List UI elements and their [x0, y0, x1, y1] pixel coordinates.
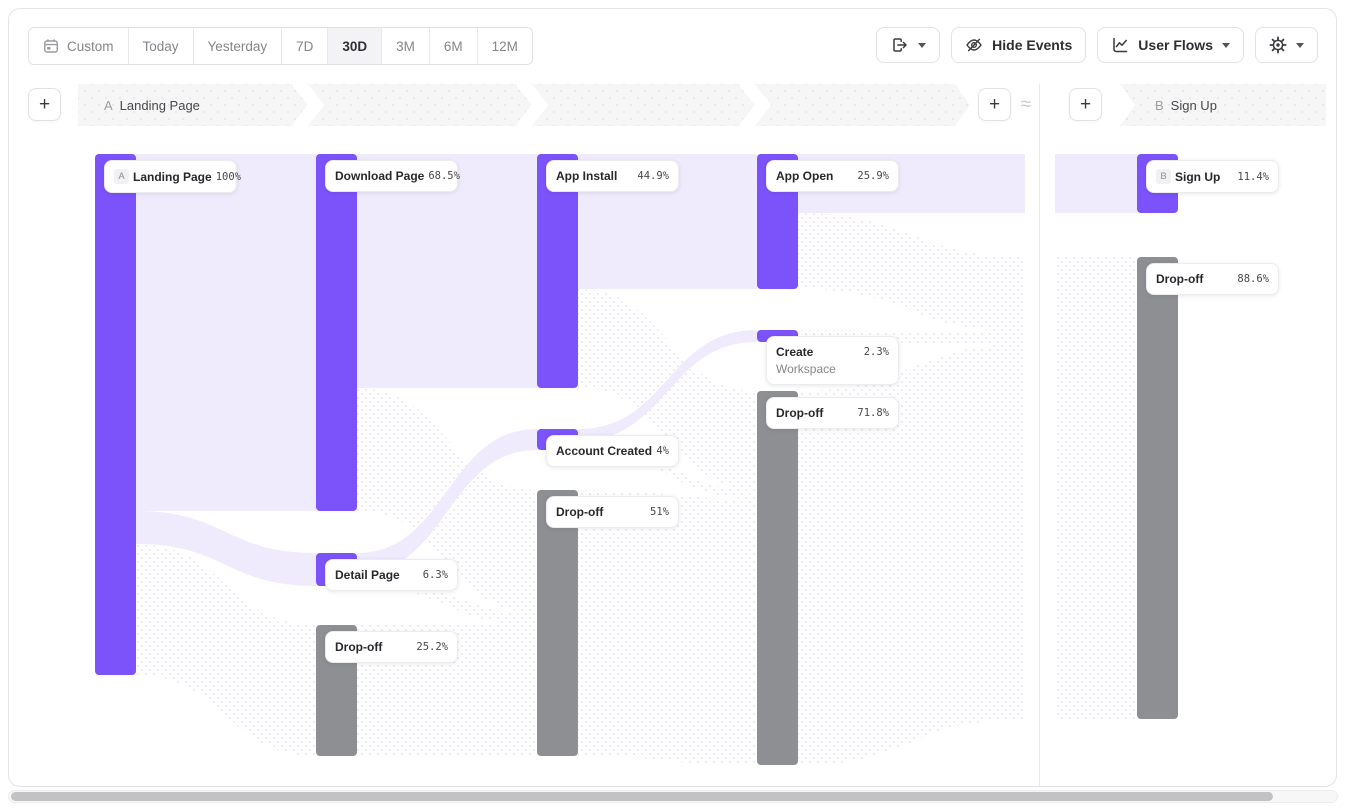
step-b-letter: B — [1155, 98, 1164, 113]
funnel-step-separator — [293, 84, 325, 126]
node-value: 25.2% — [416, 641, 448, 653]
eye-off-icon — [965, 37, 983, 53]
node-label-drop2[interactable]: Drop-off 51% — [546, 496, 679, 528]
node-name: Drop-off — [556, 505, 646, 519]
date-range-7d[interactable]: 7D — [281, 28, 327, 64]
chevron-down-icon — [1296, 43, 1304, 48]
node-label-drop4[interactable]: Drop-off 88.6% — [1146, 263, 1279, 295]
gear-icon — [1269, 36, 1287, 54]
node-value: 44.9% — [637, 170, 669, 182]
node-label-install[interactable]: App Install 44.9% — [546, 160, 679, 192]
node-bar-drop3[interactable] — [757, 391, 798, 765]
user-flows-label: User Flows — [1138, 37, 1213, 53]
step-a-letter: A — [104, 98, 113, 113]
horizontal-scrollbar-track[interactable] — [8, 790, 1338, 803]
settings-button[interactable] — [1255, 27, 1318, 63]
date-range-custom[interactable]: Custom — [29, 28, 128, 64]
date-range-control: Custom Today Yesterday 7D 30D 3M 6M 12M — [28, 27, 533, 65]
node-value: 100% — [216, 171, 241, 183]
node-name: App Install — [556, 169, 633, 183]
step-a-name: Landing Page — [120, 98, 200, 113]
node-value: 4% — [656, 445, 669, 457]
date-range-30d[interactable]: 30D — [327, 28, 381, 64]
node-label-drop3[interactable]: Drop-off 71.8% — [766, 397, 899, 429]
node-label-drop1[interactable]: Drop-off 25.2% — [325, 631, 458, 663]
node-label-open[interactable]: App Open 25.9% — [766, 160, 899, 192]
step-b-name: Sign Up — [1171, 98, 1217, 113]
node-name: Landing Page — [133, 170, 212, 184]
node-value: 6.3% — [423, 569, 448, 581]
node-label-detail[interactable]: Detail Page 6.3% — [325, 559, 458, 591]
node-name: Drop-off — [335, 640, 412, 654]
step-badge: A — [114, 169, 129, 184]
node-name: App Open — [776, 169, 853, 183]
hide-events-label: Hide Events — [992, 37, 1072, 53]
flow-open-to-drop4 — [798, 213, 1025, 332]
user-flows-button[interactable]: User Flows — [1097, 27, 1244, 63]
node-name: Create — [776, 345, 860, 359]
flow-chart-icon — [1111, 36, 1129, 54]
approx-symbol: ≈ — [1012, 84, 1040, 126]
node-label-signup[interactable]: B Sign Up 11.4% — [1146, 160, 1279, 193]
node-label-workspace[interactable]: Create 2.3% Workspace — [766, 336, 899, 385]
node-value: 25.9% — [857, 170, 889, 182]
node-name: Account Created — [556, 444, 652, 458]
chevron-down-icon — [918, 43, 926, 48]
date-range-yesterday[interactable]: Yesterday — [193, 28, 282, 64]
node-value: 11.4% — [1237, 171, 1269, 183]
node-label-download[interactable]: Download Page 68.5% — [325, 160, 458, 192]
node-label-account[interactable]: Account Created 4% — [546, 435, 679, 467]
funnel-step-banner-b[interactable]: B Sign Up — [1120, 84, 1326, 126]
flow-panel-b-in-to-signup — [1055, 154, 1137, 213]
add-step-button-left[interactable]: + — [28, 88, 61, 121]
export-icon — [890, 36, 909, 54]
date-range-today[interactable]: Today — [128, 28, 193, 64]
node-value: 71.8% — [857, 407, 889, 419]
node-value: 68.5% — [428, 170, 460, 182]
node-bar-drop4[interactable] — [1137, 257, 1178, 719]
add-step-button-right[interactable]: + — [1069, 88, 1102, 121]
chevron-down-icon — [1222, 43, 1230, 48]
node-name: Drop-off — [1156, 272, 1233, 286]
node-value: 2.3% — [864, 346, 889, 358]
date-range-6m[interactable]: 6M — [429, 28, 477, 64]
calendar-icon — [43, 38, 59, 54]
funnel-step-separator — [517, 84, 549, 126]
toolbar-right: Hide Events User Flows — [876, 27, 1318, 63]
node-bar-drop2[interactable] — [537, 490, 578, 756]
hide-events-button[interactable]: Hide Events — [951, 27, 1086, 63]
node-name: Drop-off — [776, 406, 853, 420]
node-name-line2: Workspace — [776, 362, 889, 376]
add-step-button-middle[interactable]: + — [978, 88, 1011, 121]
step-badge: B — [1156, 169, 1171, 184]
date-range-12m[interactable]: 12M — [477, 28, 532, 64]
node-bar-download[interactable] — [316, 154, 357, 511]
funnel-step-banner-a[interactable]: A Landing Page — [78, 84, 970, 126]
flow-panel-b-in-to-drop4 — [1055, 257, 1137, 719]
node-bar-landing[interactable] — [95, 154, 136, 675]
export-button[interactable] — [876, 27, 940, 63]
date-range-label: Custom — [67, 39, 114, 54]
node-value: 51% — [650, 506, 669, 518]
date-range-3m[interactable]: 3M — [381, 28, 429, 64]
flow-landing-to-download — [136, 154, 316, 511]
node-value: 88.6% — [1237, 273, 1269, 285]
node-name: Detail Page — [335, 568, 419, 582]
flow-drop2-to-drop3 — [578, 490, 757, 765]
node-name: Sign Up — [1175, 170, 1233, 184]
horizontal-scrollbar-thumb[interactable] — [11, 792, 1273, 801]
panel-divider — [1039, 84, 1040, 786]
funnel-step-separator — [740, 84, 772, 126]
node-label-landing[interactable]: ALanding Page100% — [104, 160, 237, 193]
node-name: Download Page — [335, 169, 424, 183]
